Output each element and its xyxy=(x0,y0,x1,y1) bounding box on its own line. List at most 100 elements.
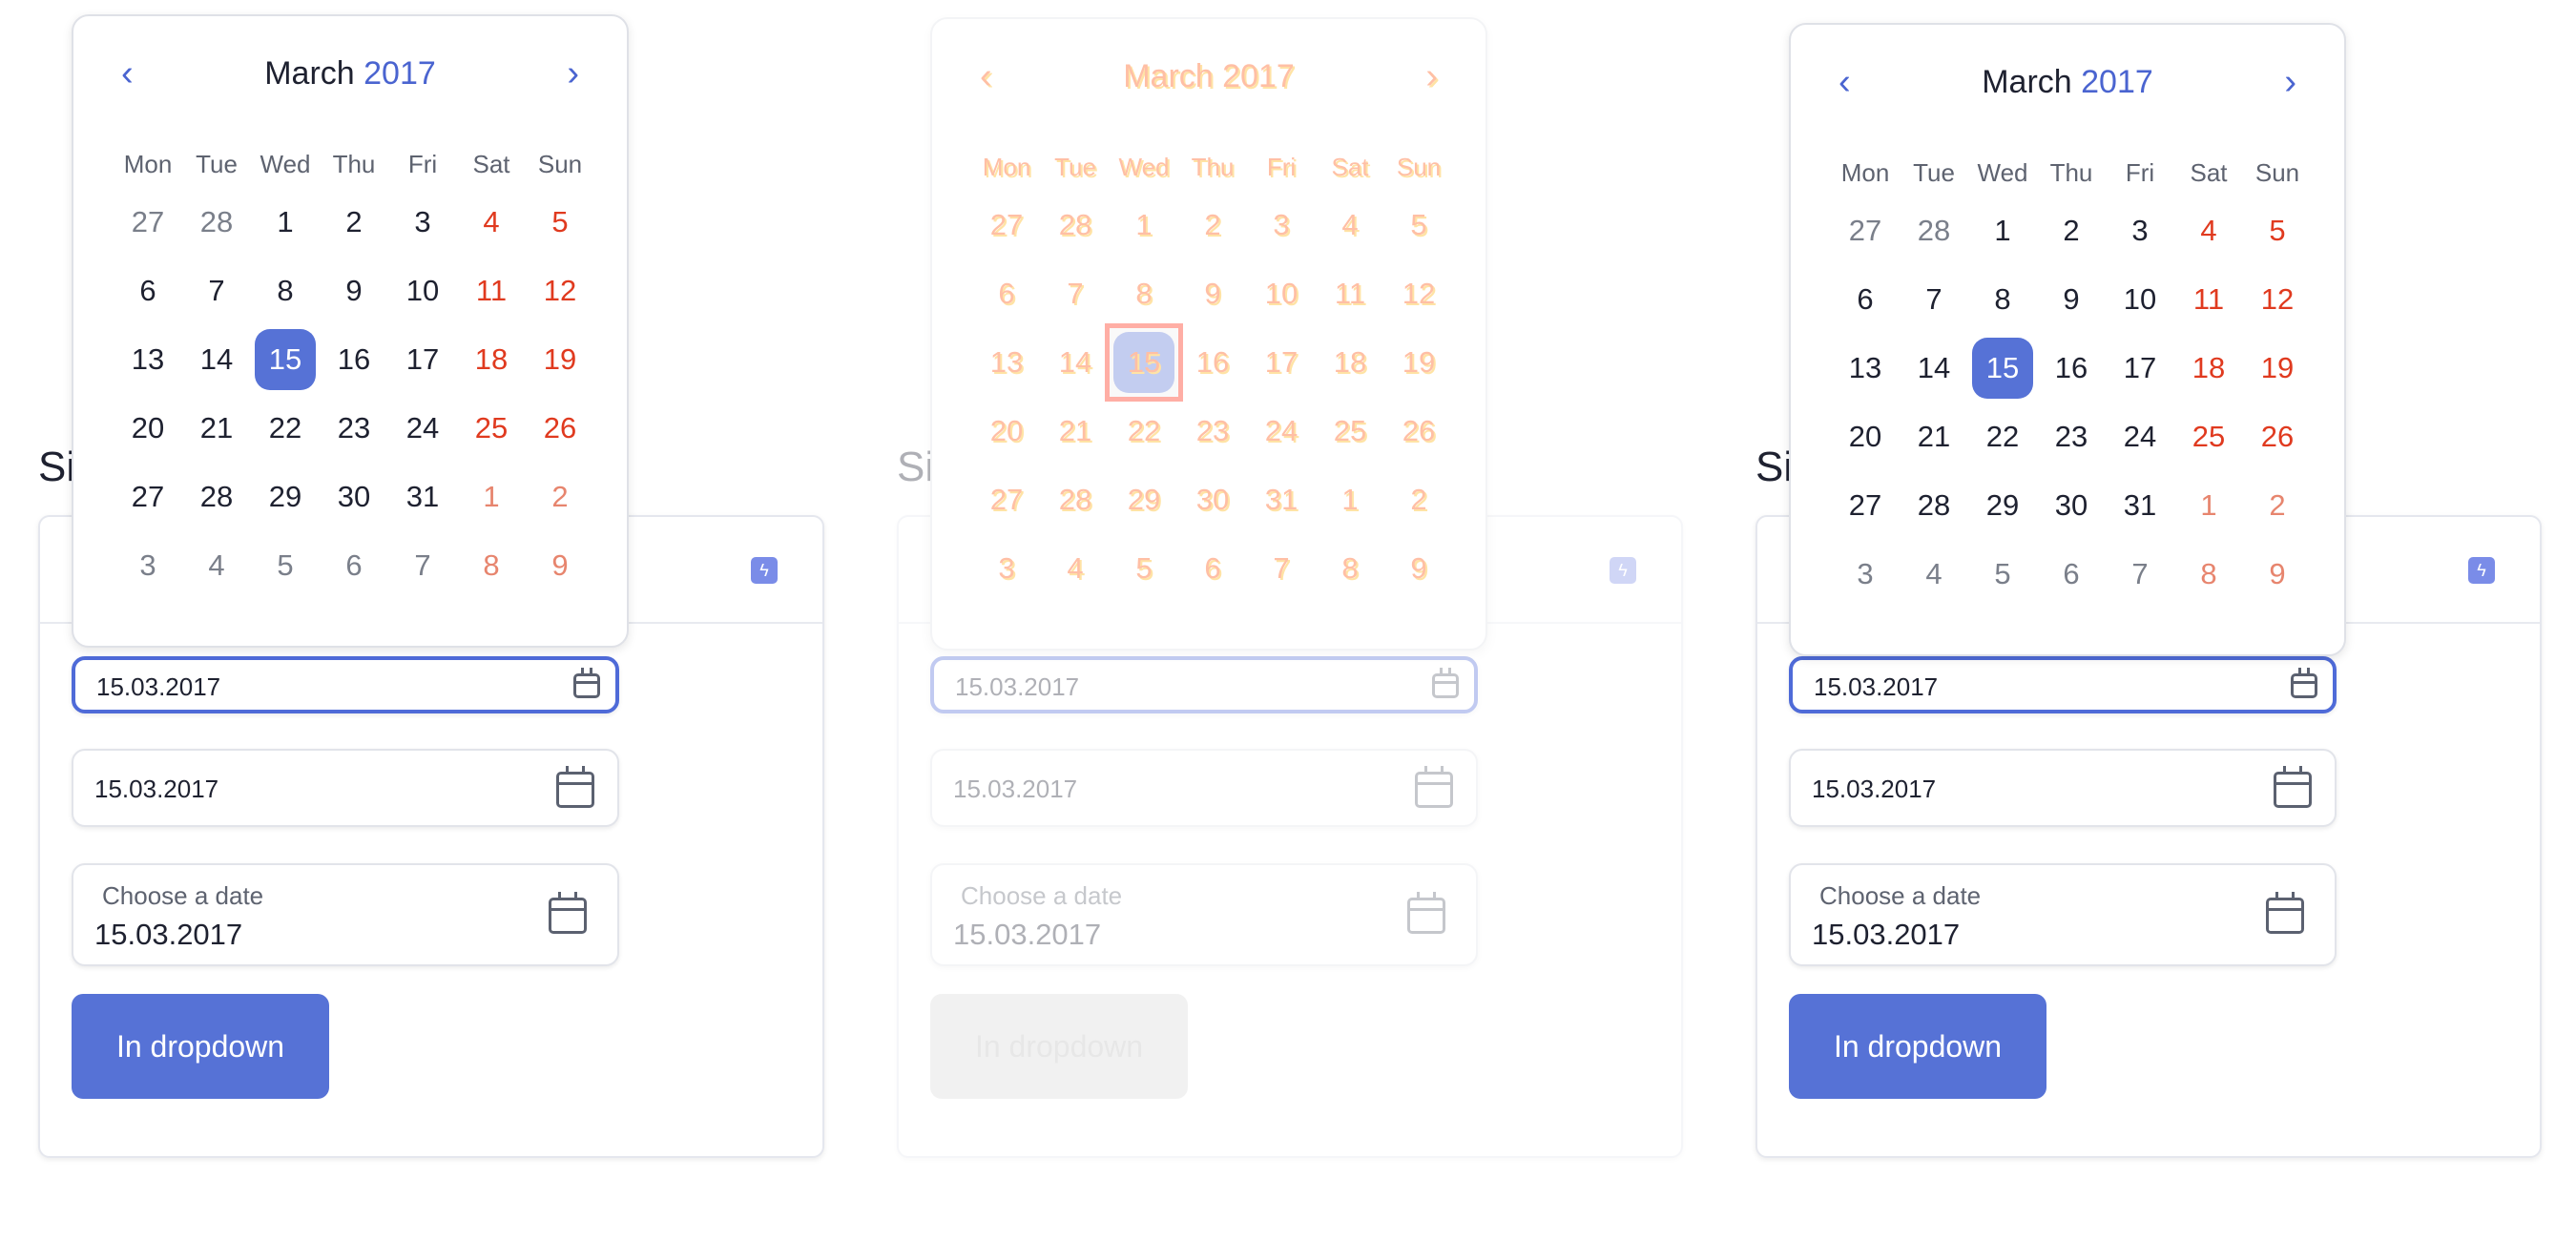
calendar-day[interactable]: 15 xyxy=(1968,334,2037,403)
calendar-day[interactable]: 5 xyxy=(1384,191,1453,259)
calendar-day[interactable]: 7 xyxy=(1041,259,1110,328)
calendar-day[interactable]: 3 xyxy=(1831,540,1900,609)
calendar-day[interactable]: 9 xyxy=(2037,265,2106,334)
calendar-day[interactable]: 11 xyxy=(2174,265,2243,334)
date-input[interactable]: 15.03.2017 xyxy=(930,749,1478,827)
calendar-day[interactable]: 17 xyxy=(1247,328,1316,397)
calendar-day[interactable]: 30 xyxy=(320,463,388,531)
date-input-focused[interactable]: 15.03.2017 xyxy=(930,656,1478,713)
calendar-day[interactable]: 25 xyxy=(457,394,526,463)
calendar-day[interactable]: 5 xyxy=(2243,196,2312,265)
calendar-day[interactable]: 18 xyxy=(1316,328,1384,397)
bolt-icon[interactable]: ϟ xyxy=(2468,557,2495,584)
calendar-day[interactable]: 30 xyxy=(1178,465,1247,534)
calendar-icon[interactable] xyxy=(1407,892,1445,934)
calendar-day[interactable]: 4 xyxy=(457,188,526,257)
calendar-day[interactable]: 11 xyxy=(457,257,526,325)
calendar-icon[interactable] xyxy=(573,668,600,698)
calendar-day[interactable]: 23 xyxy=(1178,397,1247,465)
date-input[interactable]: 15.03.2017 xyxy=(72,749,619,827)
calendar-day[interactable]: 1 xyxy=(2174,471,2243,540)
calendar-icon[interactable] xyxy=(549,892,587,934)
calendar-day[interactable]: 7 xyxy=(388,531,457,600)
calendar-day[interactable]: 9 xyxy=(1384,534,1453,603)
calendar-day[interactable]: 3 xyxy=(1247,191,1316,259)
calendar-day[interactable]: 15 xyxy=(251,325,320,394)
calendar-day[interactable]: 22 xyxy=(1110,397,1178,465)
calendar-day[interactable]: 15 xyxy=(1110,328,1178,397)
calendar-day[interactable]: 29 xyxy=(251,463,320,531)
calendar-day[interactable]: 13 xyxy=(114,325,182,394)
calendar-icon[interactable] xyxy=(2274,766,2312,808)
calendar-day[interactable]: 4 xyxy=(1041,534,1110,603)
calendar-day[interactable]: 8 xyxy=(1968,265,2037,334)
calendar-day[interactable]: 20 xyxy=(1831,403,1900,471)
calendar-day[interactable]: 8 xyxy=(1110,259,1178,328)
calendar-day[interactable]: 9 xyxy=(526,531,594,600)
calendar-day[interactable]: 8 xyxy=(457,531,526,600)
calendar-day[interactable]: 3 xyxy=(114,531,182,600)
calendar-day[interactable]: 14 xyxy=(182,325,251,394)
date-input-labeled[interactable]: Choose a date 15.03.2017 xyxy=(72,863,619,966)
calendar-day[interactable]: 29 xyxy=(1110,465,1178,534)
calendar-day[interactable]: 28 xyxy=(1041,191,1110,259)
calendar-day[interactable]: 4 xyxy=(2174,196,2243,265)
calendar-day[interactable]: 27 xyxy=(972,465,1041,534)
calendar-day[interactable]: 2 xyxy=(1384,465,1453,534)
date-input-labeled[interactable]: Choose a date 15.03.2017 xyxy=(930,863,1478,966)
calendar-day[interactable]: 5 xyxy=(251,531,320,600)
calendar-day[interactable]: 28 xyxy=(182,188,251,257)
calendar-day[interactable]: 14 xyxy=(1900,334,1968,403)
calendar-day[interactable]: 4 xyxy=(182,531,251,600)
calendar-day[interactable]: 21 xyxy=(182,394,251,463)
calendar-day[interactable]: 7 xyxy=(182,257,251,325)
calendar-day[interactable]: 8 xyxy=(1316,534,1384,603)
calendar-day[interactable]: 11 xyxy=(1316,259,1384,328)
calendar-day[interactable]: 6 xyxy=(972,259,1041,328)
calendar-day[interactable]: 2 xyxy=(2037,196,2106,265)
calendar-day[interactable]: 25 xyxy=(2174,403,2243,471)
calendar-day[interactable]: 16 xyxy=(320,325,388,394)
calendar-day[interactable]: 12 xyxy=(2243,265,2312,334)
calendar-day[interactable]: 21 xyxy=(1900,403,1968,471)
calendar-day[interactable]: 16 xyxy=(2037,334,2106,403)
date-input-focused[interactable]: 15.03.2017 xyxy=(72,656,619,713)
calendar-day[interactable]: 13 xyxy=(972,328,1041,397)
date-input[interactable]: 15.03.2017 xyxy=(1789,749,2337,827)
calendar-day[interactable]: 10 xyxy=(388,257,457,325)
calendar-day[interactable]: 22 xyxy=(251,394,320,463)
calendar-day[interactable]: 23 xyxy=(2037,403,2106,471)
calendar-day[interactable]: 28 xyxy=(1041,465,1110,534)
calendar-day[interactable]: 1 xyxy=(251,188,320,257)
calendar-day[interactable]: 10 xyxy=(1247,259,1316,328)
calendar-day[interactable]: 1 xyxy=(1968,196,2037,265)
calendar-day[interactable]: 19 xyxy=(1384,328,1453,397)
calendar-day[interactable]: 6 xyxy=(114,257,182,325)
calendar-icon[interactable] xyxy=(1415,766,1453,808)
calendar-day[interactable]: 1 xyxy=(457,463,526,531)
calendar-day[interactable]: 2 xyxy=(320,188,388,257)
calendar-day[interactable]: 24 xyxy=(2106,403,2174,471)
calendar-day[interactable]: 2 xyxy=(526,463,594,531)
calendar-day[interactable]: 8 xyxy=(251,257,320,325)
bolt-icon[interactable]: ϟ xyxy=(751,557,778,584)
calendar-day[interactable]: 27 xyxy=(114,188,182,257)
calendar-day[interactable]: 26 xyxy=(2243,403,2312,471)
calendar-day[interactable]: 22 xyxy=(1968,403,2037,471)
chevron-right-icon[interactable]: › xyxy=(1425,52,1438,100)
date-input-labeled[interactable]: Choose a date 15.03.2017 xyxy=(1789,863,2337,966)
calendar-day[interactable]: 18 xyxy=(2174,334,2243,403)
calendar-day[interactable]: 2 xyxy=(1178,191,1247,259)
calendar-day[interactable]: 20 xyxy=(972,397,1041,465)
in-dropdown-button[interactable]: In dropdown xyxy=(930,994,1188,1099)
calendar-day[interactable]: 7 xyxy=(1247,534,1316,603)
calendar-icon[interactable] xyxy=(556,766,594,808)
calendar-day[interactable]: 1 xyxy=(1316,465,1384,534)
chevron-right-icon[interactable]: › xyxy=(567,50,579,97)
calendar-day[interactable]: 26 xyxy=(526,394,594,463)
calendar-day[interactable]: 26 xyxy=(1384,397,1453,465)
calendar-day[interactable]: 12 xyxy=(1384,259,1453,328)
calendar-day[interactable]: 25 xyxy=(1316,397,1384,465)
calendar-icon[interactable] xyxy=(1432,668,1459,698)
calendar-day[interactable]: 21 xyxy=(1041,397,1110,465)
